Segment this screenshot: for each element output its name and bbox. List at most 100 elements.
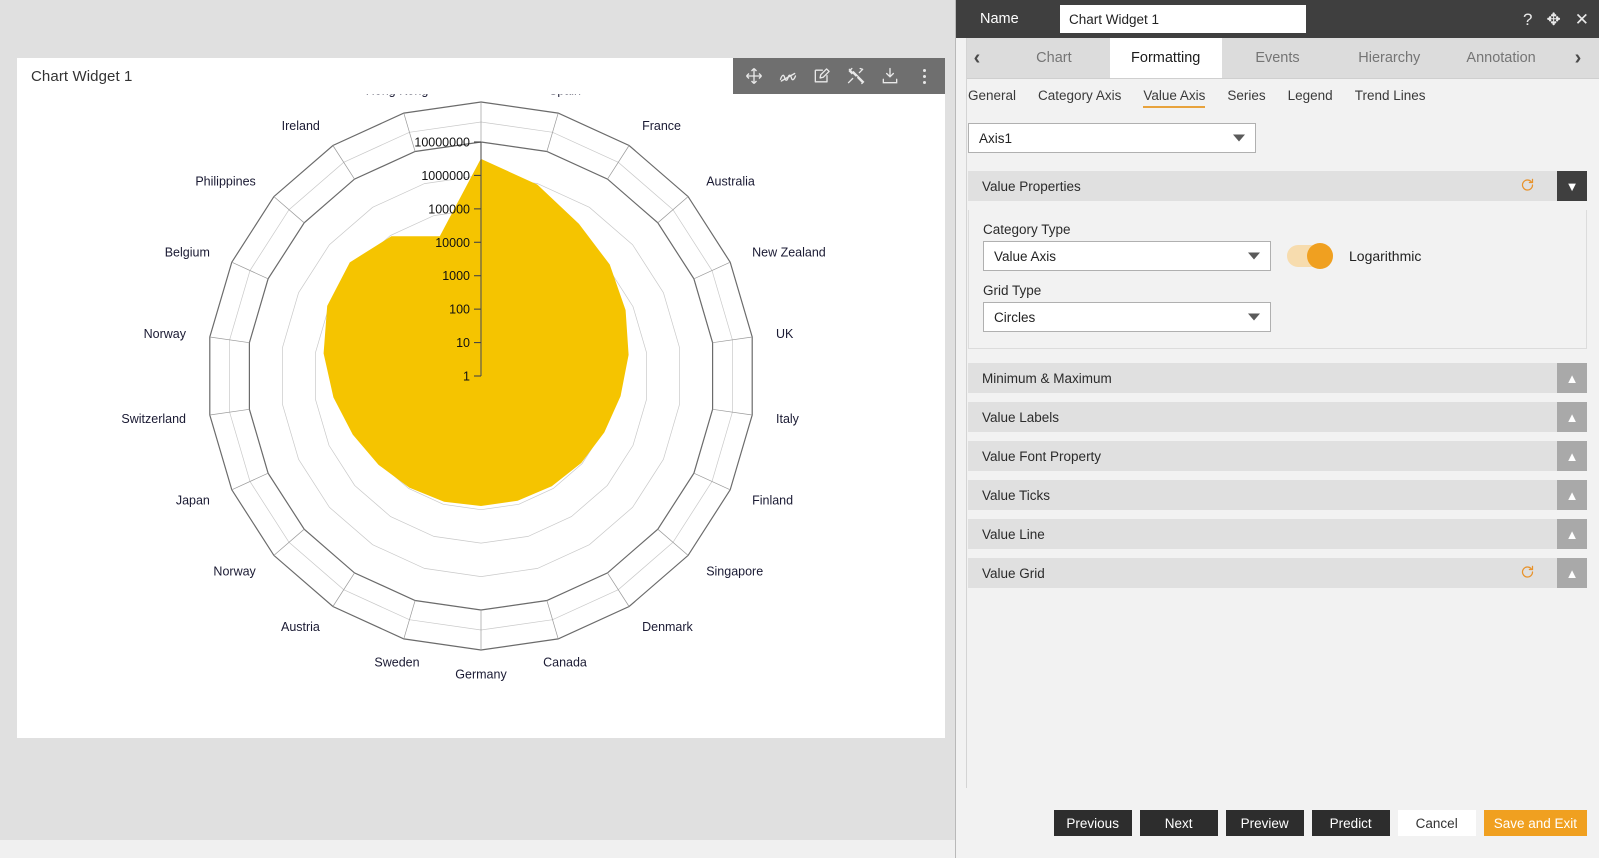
scribble-icon[interactable]	[773, 61, 803, 91]
svg-text:Sweden: Sweden	[374, 655, 419, 669]
section-value-font-property[interactable]: Value Font Property ▲	[968, 441, 1587, 471]
category-type-select[interactable]: Value Axis	[983, 241, 1271, 271]
category-type-label: Category Type	[983, 222, 1071, 237]
svg-text:Singapore: Singapore	[706, 565, 763, 579]
svg-text:1000000: 1000000	[421, 169, 470, 183]
svg-text:Denmark: Denmark	[642, 620, 693, 634]
section-value-labels[interactable]: Value Labels ▲	[968, 402, 1587, 432]
tab-events[interactable]: Events	[1222, 38, 1334, 78]
tab-chart[interactable]: Chart	[998, 38, 1110, 78]
chevron-down-icon	[1233, 134, 1245, 142]
axis-select-value: Axis1	[979, 130, 1013, 146]
save-and-exit-button[interactable]: Save and Exit	[1483, 810, 1587, 836]
chevron-up-icon[interactable]: ▲	[1557, 402, 1587, 432]
section-value-grid[interactable]: Value Grid ▲	[968, 558, 1587, 588]
footer-button-bar: Previous Next Preview Predict Cancel Sav…	[956, 788, 1599, 858]
properties-panel: Name ? ✥ ✕ ‹ Chart Formatting Events Hie…	[955, 0, 1599, 858]
value-properties-body: Category Type Value Axis Logarithmic Gri…	[968, 210, 1587, 349]
chevron-up-icon[interactable]: ▲	[1557, 519, 1587, 549]
svg-text:Belgium: Belgium	[165, 246, 210, 260]
tab-formatting[interactable]: Formatting	[1109, 38, 1222, 78]
chevron-up-icon[interactable]: ▲	[1557, 480, 1587, 510]
svg-text:Germany: Germany	[455, 668, 507, 682]
svg-text:1: 1	[463, 370, 470, 384]
svg-text:Norway: Norway	[213, 565, 256, 579]
next-button[interactable]: Next	[1139, 810, 1218, 836]
section-title: Value Grid	[982, 565, 1045, 581]
chevron-down-icon[interactable]: ▼	[1557, 171, 1587, 201]
chevron-up-icon[interactable]: ▲	[1557, 441, 1587, 471]
svg-text:100000: 100000	[428, 202, 470, 216]
tools-icon[interactable]	[841, 61, 871, 91]
grid-type-value: Circles	[994, 309, 1036, 325]
edit-icon[interactable]	[807, 61, 837, 91]
name-input[interactable]	[1060, 5, 1306, 33]
section-value-ticks[interactable]: Value Ticks ▲	[968, 480, 1587, 510]
close-icon[interactable]: ✕	[1575, 11, 1589, 28]
tab-next-button[interactable]: ›	[1557, 38, 1599, 78]
preview-button[interactable]: Preview	[1225, 810, 1304, 836]
section-minimum-maximum[interactable]: Minimum & Maximum ▲	[968, 363, 1587, 393]
subtab-legend[interactable]: Legend	[1288, 88, 1333, 105]
svg-text:Canada: Canada	[543, 655, 587, 669]
refresh-icon[interactable]	[1520, 178, 1535, 195]
svg-text:Italy: Italy	[776, 412, 800, 426]
move-icon[interactable]	[739, 61, 769, 91]
grid-type-label: Grid Type	[983, 283, 1042, 298]
axis-select[interactable]: Axis1	[968, 123, 1256, 153]
svg-text:Finland: Finland	[752, 493, 793, 507]
canvas-bottom-strip	[0, 840, 955, 858]
svg-text:1000: 1000	[442, 269, 470, 283]
tab-annotation[interactable]: Annotation	[1445, 38, 1557, 78]
svg-text:Hong Kong: Hong Kong	[366, 94, 429, 98]
svg-text:10000: 10000	[435, 236, 470, 250]
section-title: Value Properties	[982, 178, 1081, 194]
chart-widget: Chart Widget 1 1 10 100 1000 10000 10000…	[17, 58, 945, 738]
move-icon[interactable]: ✥	[1547, 11, 1561, 28]
svg-text:Philippines: Philippines	[195, 174, 255, 188]
subtab-value-axis[interactable]: Value Axis	[1143, 88, 1206, 108]
subtab-general[interactable]: General	[968, 88, 1016, 105]
logarithmic-label: Logarithmic	[1349, 248, 1422, 264]
section-title: Value Ticks	[982, 487, 1051, 503]
svg-text:UK: UK	[776, 327, 794, 341]
svg-text:Australia: Australia	[706, 174, 755, 188]
category-type-value: Value Axis	[994, 248, 1057, 264]
chevron-down-icon	[1248, 252, 1260, 260]
section-value-properties[interactable]: Value Properties ▼	[968, 171, 1587, 201]
help-icon[interactable]: ?	[1523, 11, 1532, 28]
previous-button[interactable]: Previous	[1053, 810, 1132, 836]
svg-text:10: 10	[456, 336, 470, 350]
chevron-up-icon[interactable]: ▲	[1557, 558, 1587, 588]
svg-text:France: France	[642, 119, 681, 133]
subtab-category-axis[interactable]: Category Axis	[1038, 88, 1121, 105]
grid-type-select[interactable]: Circles	[983, 302, 1271, 332]
svg-text:Switzerland: Switzerland	[121, 412, 186, 426]
subtab-trend-lines[interactable]: Trend Lines	[1355, 88, 1426, 105]
svg-text:New Zealand: New Zealand	[752, 246, 826, 260]
widget-toolbar	[733, 58, 945, 94]
svg-text:Austria: Austria	[281, 620, 320, 634]
download-icon[interactable]	[875, 61, 905, 91]
svg-text:Ireland: Ireland	[282, 119, 320, 133]
logarithmic-toggle[interactable]	[1287, 243, 1333, 269]
refresh-icon[interactable]	[1520, 565, 1535, 582]
subtab-series[interactable]: Series	[1227, 88, 1265, 105]
cancel-button[interactable]: Cancel	[1397, 810, 1476, 836]
more-icon[interactable]	[909, 61, 939, 91]
section-value-line[interactable]: Value Line ▲	[968, 519, 1587, 549]
section-title: Value Labels	[982, 409, 1060, 425]
svg-text:100: 100	[449, 303, 470, 317]
chevron-down-icon	[1248, 313, 1260, 321]
section-title: Minimum & Maximum	[982, 370, 1112, 386]
predict-button[interactable]: Predict	[1311, 810, 1390, 836]
chart-canvas: Chart Widget 1 1 10 100 1000 10000 10000…	[0, 0, 955, 858]
name-label: Name	[980, 11, 1019, 27]
radar-chart: 110100100010000100000100000010000000USAS…	[121, 94, 826, 682]
svg-text:Spain: Spain	[549, 94, 581, 98]
chevron-up-icon[interactable]: ▲	[1557, 363, 1587, 393]
sub-tab-bar: General Category Axis Value Axis Series …	[956, 79, 1599, 114]
section-title: Value Line	[982, 526, 1045, 542]
widget-title: Chart Widget 1	[31, 68, 133, 85]
tab-hierarchy[interactable]: Hierarchy	[1333, 38, 1445, 78]
